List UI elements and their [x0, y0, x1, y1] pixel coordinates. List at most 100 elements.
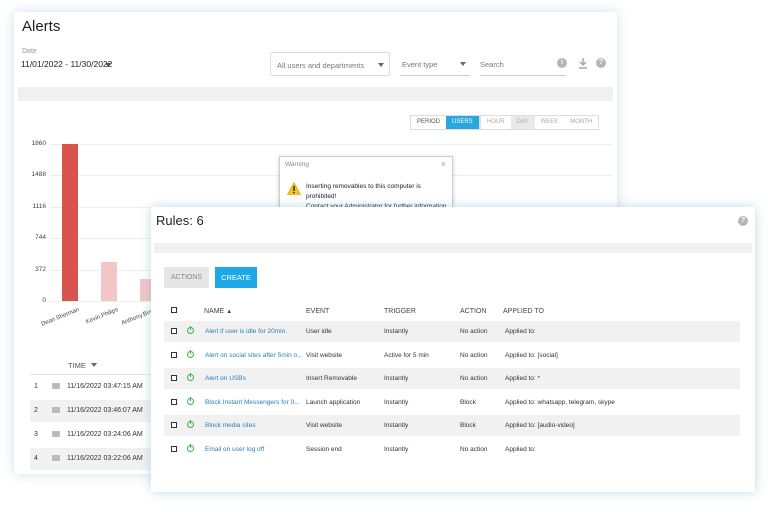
table-row[interactable]: 4 11/16/2022 03:22:06 AM: [30, 448, 165, 470]
date-range-picker[interactable]: 11/01/2022 - 11/30/2022: [21, 59, 112, 69]
rule-name-link[interactable]: Alert if user is idle for 20min.: [205, 328, 287, 335]
search-input[interactable]: Search: [480, 52, 566, 76]
camera-icon[interactable]: [52, 407, 60, 413]
section-divider: [18, 87, 613, 101]
section-divider: [154, 243, 752, 253]
granularity-toggle-group: HOUR DAY WEEK MONTH: [480, 115, 600, 130]
table-row[interactable]: Email on user log off Session end Instantl…: [164, 439, 740, 460]
table-row[interactable]: Alert if user is idle for 20min. User idl…: [164, 321, 740, 342]
rule-trigger: Instantly: [384, 446, 409, 453]
actions-button[interactable]: ACTIONS: [164, 267, 209, 288]
camera-icon[interactable]: [52, 455, 60, 461]
rule-event: User idle: [306, 328, 332, 335]
rule-trigger: Active for 5 min: [384, 351, 429, 359]
chart-bar[interactable]: [62, 144, 78, 301]
rules-title: Rules: 6: [156, 213, 204, 228]
rule-name-link[interactable]: Block media sites: [205, 422, 256, 429]
power-icon[interactable]: [187, 396, 194, 405]
create-button[interactable]: CREATE: [215, 267, 257, 288]
close-icon[interactable]: ×: [441, 159, 446, 169]
search-placeholder: Search: [480, 60, 504, 69]
sort-up-icon: ▲: [226, 309, 233, 315]
chevron-down-icon[interactable]: [105, 63, 111, 67]
rule-applied-to: Applied to: [social]: [505, 351, 558, 359]
toggle-hour[interactable]: HOUR: [481, 116, 511, 129]
table-row[interactable]: 2 11/16/2022 03:46:07 AM: [30, 400, 165, 422]
toggle-users[interactable]: USERS: [446, 116, 479, 129]
row-checkbox[interactable]: [171, 398, 177, 405]
toggle-day[interactable]: DAY: [510, 116, 535, 129]
event-column-header[interactable]: EVENT: [306, 308, 329, 315]
action-column-header[interactable]: ACTION: [460, 308, 486, 315]
download-icon[interactable]: [578, 57, 588, 69]
rule-applied-to: Applied to: whatsapp, telegram, skype: [505, 398, 615, 406]
rule-event: Visit website: [306, 351, 343, 359]
table-row[interactable]: Alert on USBs Insert Removable Instantly No…: [164, 368, 740, 390]
applied-column-header[interactable]: APPLIED TO: [503, 308, 544, 315]
rule-name-link[interactable]: Email on user log off: [205, 446, 264, 453]
row-number: 2: [34, 407, 38, 414]
info-icon[interactable]: i: [557, 58, 567, 68]
row-checkbox[interactable]: [171, 422, 177, 429]
table-header-divider: [30, 374, 160, 375]
row-checkbox[interactable]: [171, 351, 177, 358]
y-tick-label: 372: [35, 265, 46, 273]
rule-action: Block: [460, 398, 476, 406]
rule-applied-to: Applied to:: [505, 446, 536, 453]
time-column-header[interactable]: TIME: [68, 361, 98, 370]
rule-trigger: Instantly: [384, 328, 409, 335]
users-filter-value: All users and departments: [277, 61, 365, 70]
row-number: 1: [34, 383, 38, 390]
row-time: 11/16/2022 03:47:15 AM: [67, 383, 143, 390]
table-row[interactable]: Block Instant Messengers for 0... Launch …: [164, 392, 740, 413]
event-type-select[interactable]: Event type: [400, 52, 470, 76]
power-icon[interactable]: [187, 373, 194, 382]
power-icon[interactable]: [187, 349, 194, 358]
event-type-value: Event type: [402, 60, 438, 69]
power-icon[interactable]: [187, 444, 194, 452]
table-row[interactable]: 1 11/16/2022 03:47:15 AM: [30, 376, 165, 398]
row-number: 3: [34, 431, 38, 438]
row-checkbox[interactable]: [171, 375, 177, 382]
users-filter-select[interactable]: All users and departments: [270, 52, 390, 76]
trigger-column-header[interactable]: TRIGGER: [384, 308, 416, 315]
alerts-title: Alerts: [22, 18, 61, 35]
rule-action: No action: [460, 375, 488, 383]
rule-trigger: Instantly: [384, 375, 409, 383]
dialog-title: Warning: [285, 161, 309, 168]
warning-line-1: Inserting removables to this computer is…: [306, 183, 421, 200]
row-checkbox[interactable]: [171, 446, 177, 452]
view-toggle-group: PERIOD USERS: [410, 115, 480, 130]
rule-event: Insert Removable: [306, 375, 357, 383]
row-checkbox[interactable]: [171, 328, 177, 334]
camera-icon[interactable]: [52, 431, 60, 437]
table-row[interactable]: Block media sites Visit website Instantly B…: [164, 415, 740, 437]
toggle-month[interactable]: MONTH: [564, 116, 598, 129]
help-icon[interactable]: ?: [738, 216, 748, 226]
row-time: 11/16/2022 03:24:06 AM: [67, 431, 143, 438]
table-row[interactable]: Alert on social sites after 5min o... Vis…: [164, 345, 740, 366]
name-column-header[interactable]: NAME ▲: [204, 308, 232, 315]
rule-event: Visit website: [306, 422, 343, 430]
help-icon[interactable]: ?: [596, 58, 606, 68]
row-time: 11/16/2022 03:46:07 AM: [67, 407, 143, 414]
chevron-down-icon: [378, 63, 384, 67]
power-icon[interactable]: [187, 326, 194, 334]
select-all-checkbox[interactable]: [171, 307, 177, 313]
table-row[interactable]: 3 11/16/2022 03:24:06 AM: [30, 424, 165, 446]
rule-action: No action: [460, 351, 488, 359]
rule-name-link[interactable]: Alert on USBs: [205, 375, 246, 382]
y-tick-label: 0: [42, 297, 46, 304]
camera-icon[interactable]: [52, 383, 60, 389]
rule-action: No action: [460, 446, 488, 453]
row-time: 11/16/2022 03:22:06 AM: [67, 455, 143, 462]
power-icon[interactable]: [187, 420, 194, 429]
gridline: [50, 144, 612, 145]
rule-action: Block: [460, 422, 476, 430]
rule-name-link[interactable]: Block Instant Messengers for 0...: [205, 399, 300, 406]
rule-name-link[interactable]: Alert on social sites after 5min o...: [205, 352, 303, 359]
chart-bar[interactable]: [101, 262, 117, 301]
toggle-week[interactable]: WEEK: [535, 116, 565, 129]
toggle-period[interactable]: PERIOD: [411, 116, 446, 129]
chevron-down-icon: [460, 62, 466, 66]
